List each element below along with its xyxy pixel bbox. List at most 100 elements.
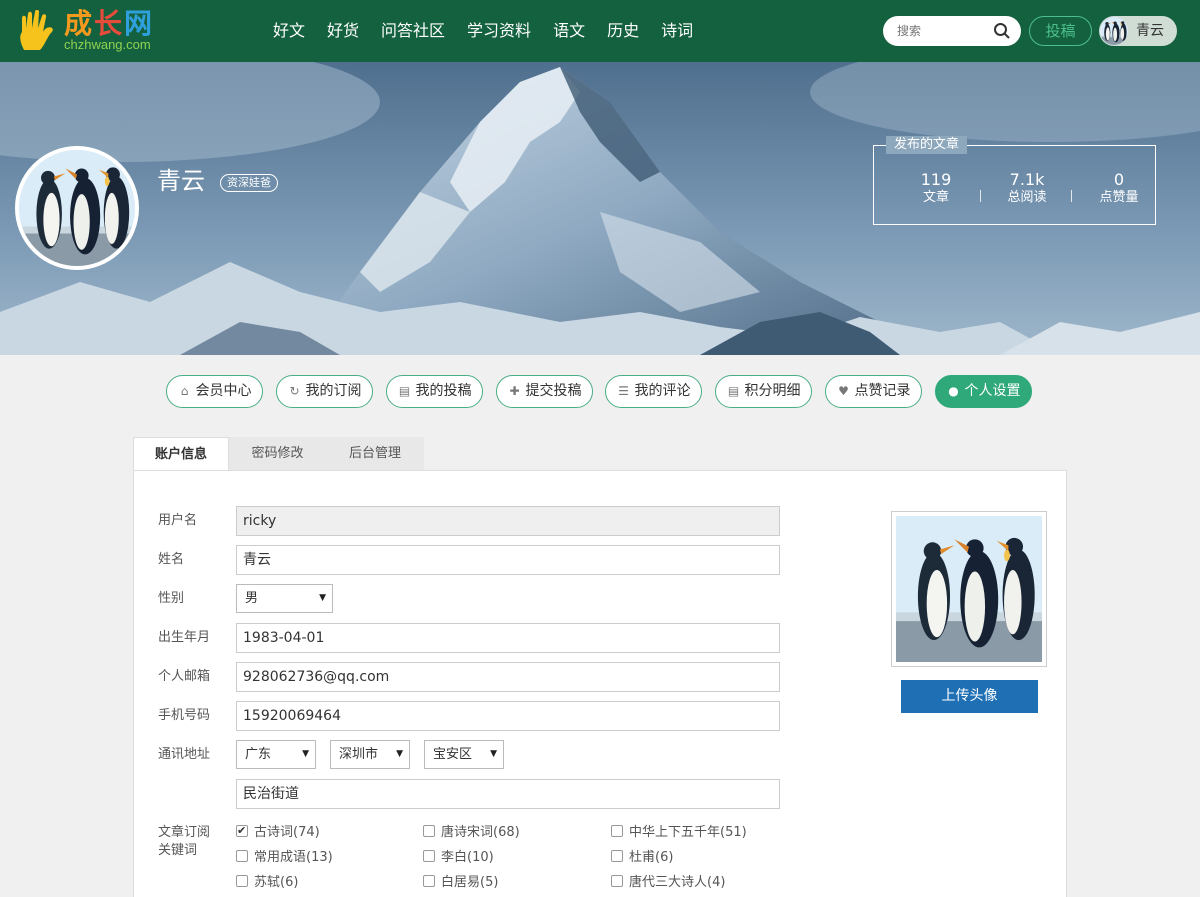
- gender-select[interactable]: 男 ▼: [236, 584, 333, 613]
- stat-total-reads: 7.1k 总阅读: [987, 171, 1067, 206]
- article-stats: 发布的文章 119 文章 7.1k 总阅读 0 点赞量: [873, 136, 1159, 225]
- nav-item-study[interactable]: 学习资料: [456, 0, 542, 62]
- menu-label: 个人设置: [964, 383, 1021, 399]
- keywords-label: 文章订阅 关键词: [158, 824, 210, 860]
- search-icon[interactable]: [993, 22, 1011, 40]
- hand-logo-icon: [20, 10, 53, 50]
- profile-banner: 青云 资深娃爸 发布的文章 119 文章 7.1k 总阅读 0 点赞量: [0, 62, 1200, 355]
- keyword-checkbox[interactable]: 唐代三大诗人(4): [611, 875, 725, 891]
- upload-avatar-button[interactable]: 上传头像: [901, 680, 1038, 713]
- stat-likes: 0 点赞量: [1079, 171, 1159, 206]
- keyword-checkbox[interactable]: 杜甫(6): [611, 850, 673, 866]
- stats-title: 发布的文章: [886, 136, 968, 154]
- city-select[interactable]: 深圳市 ▼: [330, 740, 410, 769]
- stat-label: 总阅读: [1007, 190, 1047, 205]
- nav-item-haowen[interactable]: 好文: [262, 0, 316, 62]
- checkbox-icon[interactable]: [423, 875, 435, 887]
- district-select[interactable]: 宝安区 ▼: [424, 740, 504, 769]
- stat-divider: [1071, 190, 1072, 202]
- keywords-label-line1: 文章订阅: [158, 825, 211, 840]
- stat-value: 119: [920, 170, 952, 189]
- submit-article-button[interactable]: 投稿: [1029, 16, 1092, 46]
- checkbox-icon[interactable]: [423, 850, 435, 862]
- checkbox-icon[interactable]: [611, 875, 623, 887]
- keyword-checkbox[interactable]: 苏轼(6): [236, 875, 298, 891]
- name-label: 姓名: [158, 552, 185, 567]
- main-nav: 好文 好货 问答社区 学习资料 语文 历史 诗词: [262, 0, 704, 62]
- birth-label: 出生年月: [158, 630, 211, 645]
- gender-value: 男: [245, 591, 259, 606]
- chevron-down-icon: ▼: [319, 593, 326, 603]
- top-navigation-bar: 成长网 chzhwang.com 好文 好货 问答社区 学习资料 语文 历史 诗…: [0, 0, 1200, 62]
- keyword-label: 白居易(5): [441, 875, 499, 890]
- plus-icon: ✚: [509, 384, 520, 398]
- keyword-checkbox[interactable]: 常用成语(13): [236, 850, 333, 866]
- stat-label: 文章: [922, 190, 949, 205]
- user-icon: ●: [948, 384, 959, 398]
- stat-divider: [980, 190, 981, 202]
- nav-item-poetry[interactable]: 诗词: [650, 0, 704, 62]
- nav-item-qa[interactable]: 问答社区: [370, 0, 456, 62]
- logo-char-1: 成: [64, 7, 95, 40]
- logo-char-2: 长: [94, 7, 125, 40]
- birth-field[interactable]: 1983-04-01: [236, 623, 780, 653]
- menu-label: 我的评论: [634, 383, 691, 399]
- menu-points-detail[interactable]: ▤ 积分明细: [715, 375, 812, 408]
- keyword-label: 中华上下五千年(51): [629, 825, 747, 840]
- username-field: ricky: [236, 506, 780, 536]
- stat-articles: 119 文章: [896, 171, 976, 206]
- chevron-down-icon: ▼: [396, 749, 403, 759]
- email-label: 个人邮箱: [158, 669, 211, 684]
- nav-item-chinese[interactable]: 语文: [542, 0, 596, 62]
- checkbox-icon[interactable]: [423, 825, 435, 837]
- stat-value: 0: [1113, 170, 1125, 189]
- gender-label: 性别: [158, 591, 185, 606]
- keyword-checkbox[interactable]: 白居易(5): [423, 875, 498, 891]
- avatar-preview: [891, 511, 1047, 667]
- checkbox-icon[interactable]: [236, 875, 248, 887]
- keyword-checkbox[interactable]: 唐诗宋词(68): [423, 825, 520, 841]
- keyword-checkbox[interactable]: 李白(10): [423, 850, 494, 866]
- document-icon: ▤: [727, 384, 740, 398]
- search-box: [883, 16, 1021, 46]
- keyword-label: 苏轼(6): [254, 875, 299, 890]
- menu-member-center[interactable]: ⌂ 会员中心: [166, 375, 263, 408]
- nav-item-history[interactable]: 历史: [596, 0, 650, 62]
- tab-password[interactable]: 密码修改: [229, 437, 326, 471]
- chevron-down-icon: ▼: [490, 749, 497, 759]
- keyword-checkbox[interactable]: 中华上下五千年(51): [611, 825, 747, 841]
- name-field[interactable]: 青云: [236, 545, 780, 575]
- keyword-label: 古诗词(74): [254, 825, 320, 840]
- tab-admin[interactable]: 后台管理: [326, 437, 424, 471]
- menu-submit-article[interactable]: ✚ 提交投稿: [496, 375, 593, 408]
- stat-label: 点赞量: [1099, 190, 1139, 205]
- user-name: 青云: [1136, 23, 1164, 39]
- email-field[interactable]: 928062736@qq.com: [236, 662, 780, 692]
- menu-my-comments[interactable]: ☰ 我的评论: [605, 375, 702, 408]
- menu-my-submissions[interactable]: ▤ 我的投稿: [386, 375, 483, 408]
- tab-account-info[interactable]: 账户信息: [133, 437, 229, 472]
- heart-icon: ♥: [838, 384, 849, 398]
- menu-my-subscriptions[interactable]: ↻ 我的订阅: [276, 375, 373, 408]
- site-logo[interactable]: 成长网 chzhwang.com: [16, 8, 176, 54]
- profile-name: 青云: [157, 167, 205, 195]
- phone-label: 手机号码: [158, 708, 211, 723]
- nav-item-haohuo[interactable]: 好货: [316, 0, 370, 62]
- profile-avatar: [15, 146, 139, 270]
- province-select[interactable]: 广东 ▼: [236, 740, 316, 769]
- menu-like-records[interactable]: ♥ 点赞记录: [825, 375, 922, 408]
- keyword-label: 常用成语(13): [254, 850, 333, 865]
- checkbox-icon[interactable]: [611, 850, 623, 862]
- menu-personal-settings[interactable]: ● 个人设置: [935, 375, 1032, 408]
- phone-field[interactable]: 15920069464: [236, 701, 780, 731]
- keyword-checkbox[interactable]: 古诗词(74): [236, 823, 320, 841]
- search-input[interactable]: [897, 22, 987, 40]
- user-menu[interactable]: 青云: [1099, 16, 1177, 46]
- menu-label: 点赞记录: [854, 383, 911, 399]
- street-address-field[interactable]: 民治街道: [236, 779, 780, 809]
- menu-label: 积分明细: [744, 383, 801, 399]
- checkbox-checked-icon[interactable]: [236, 823, 248, 839]
- checkbox-icon[interactable]: [611, 825, 623, 837]
- keywords-label-line2: 关键词: [158, 843, 198, 858]
- checkbox-icon[interactable]: [236, 850, 248, 862]
